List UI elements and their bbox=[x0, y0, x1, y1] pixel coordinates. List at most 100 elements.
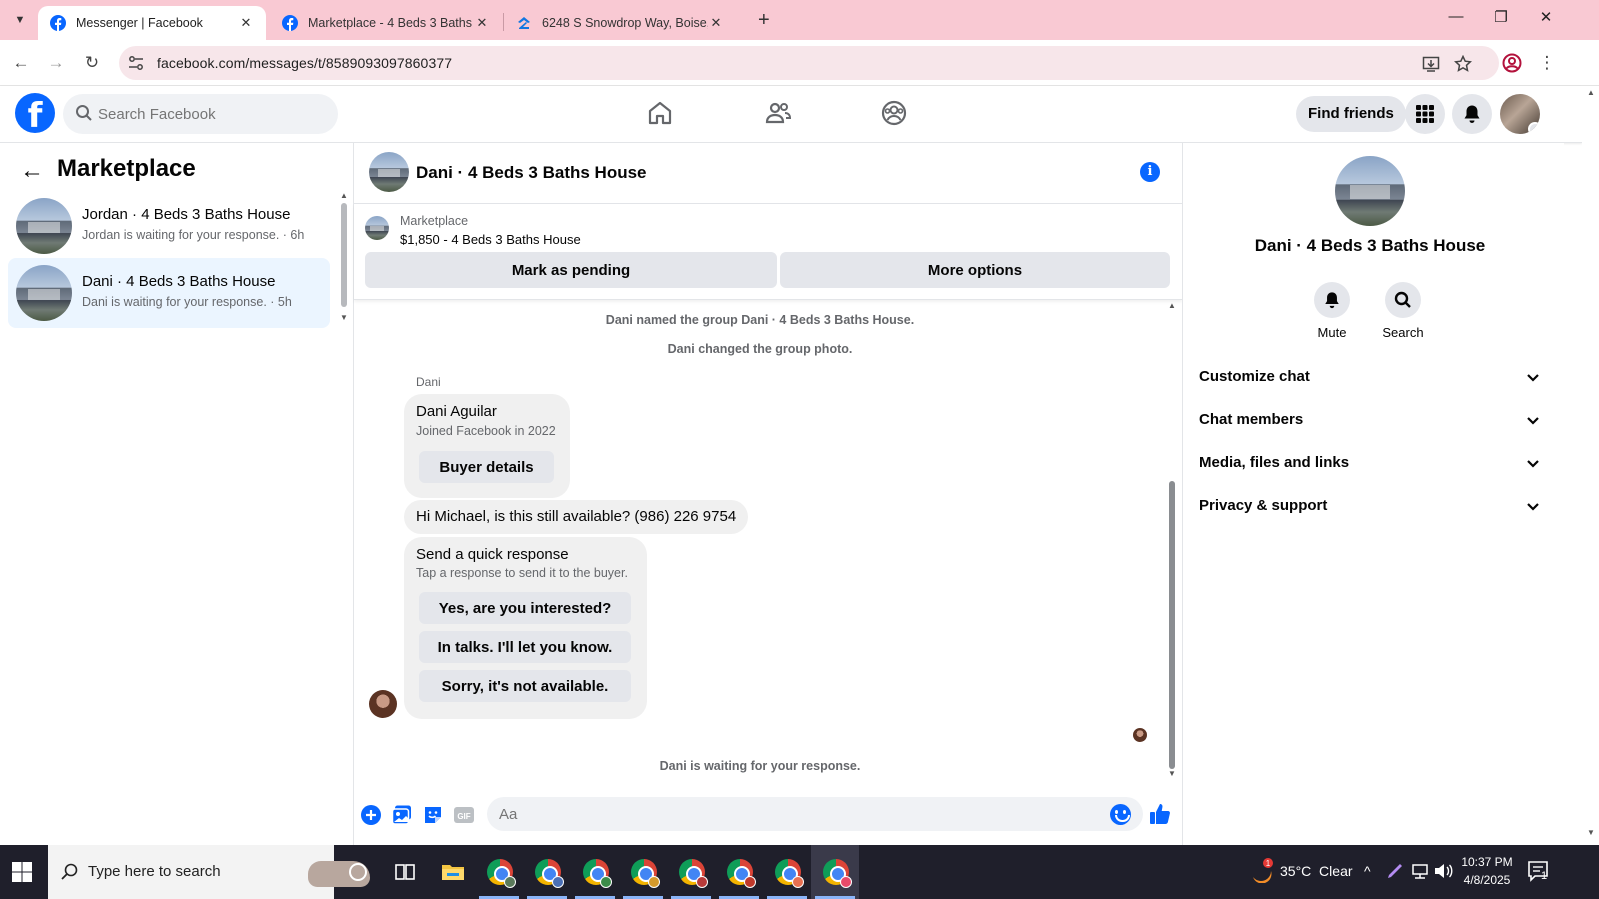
profile-icon[interactable] bbox=[1502, 53, 1522, 73]
media-files-links-section[interactable]: Media, files and links bbox=[1191, 443, 1547, 483]
quick-response-not-available[interactable]: Sorry, it's not available. bbox=[419, 670, 631, 702]
quick-response-in-talks[interactable]: In talks. I'll let you know. bbox=[419, 631, 631, 663]
chrome-icon[interactable] bbox=[487, 859, 516, 888]
facebook-search[interactable] bbox=[63, 94, 338, 134]
mark-as-pending-button[interactable]: Mark as pending bbox=[365, 252, 777, 288]
chevron-down-icon bbox=[1527, 374, 1539, 382]
customize-chat-section[interactable]: Customize chat bbox=[1191, 357, 1547, 397]
tab-close-icon[interactable]: ✕ bbox=[238, 15, 254, 31]
minimize-button[interactable]: — bbox=[1444, 8, 1468, 25]
browser-menu-icon[interactable]: ⋮ bbox=[1535, 51, 1559, 75]
tab-close-icon[interactable]: ✕ bbox=[474, 15, 490, 31]
emoji-icon[interactable] bbox=[1110, 804, 1131, 825]
weather-icon[interactable]: 1 bbox=[1249, 857, 1275, 883]
page-scrollbar[interactable]: ▲ ▼ bbox=[1582, 86, 1599, 845]
clock-date: 4/8/2025 bbox=[1463, 873, 1511, 887]
message-input[interactable] bbox=[487, 797, 1143, 831]
listing-thumbnail[interactable] bbox=[365, 216, 389, 240]
buyer-details-button[interactable]: Buyer details bbox=[419, 451, 554, 483]
chevron-up-icon[interactable]: ^ bbox=[1364, 863, 1371, 879]
groups-icon[interactable] bbox=[880, 99, 908, 127]
sender-avatar[interactable] bbox=[369, 690, 397, 718]
site-info-icon[interactable] bbox=[127, 54, 145, 72]
chat-title[interactable]: Dani · 4 Beds 3 Baths House bbox=[416, 163, 647, 183]
scroll-down-icon[interactable]: ▼ bbox=[340, 313, 348, 322]
weather-text[interactable]: 35°C Clear bbox=[1280, 863, 1353, 879]
find-friends-button[interactable]: Find friends bbox=[1296, 96, 1406, 132]
search-action[interactable]: Search bbox=[1373, 282, 1433, 340]
back-arrow-icon[interactable]: ← bbox=[20, 157, 44, 185]
group-photo-large[interactable] bbox=[1335, 156, 1405, 226]
tab-zillow[interactable]: 6248 S Snowdrop Way, Boise, I ✕ bbox=[504, 6, 736, 40]
cortana-icon[interactable] bbox=[345, 859, 371, 885]
friends-icon[interactable] bbox=[764, 99, 792, 127]
address-bar[interactable]: facebook.com/messages/t/8589093097860377 bbox=[119, 46, 1499, 80]
chrome-icon[interactable] bbox=[535, 859, 564, 888]
conversation-preview: Jordan is waiting for your response. · 6… bbox=[82, 228, 305, 242]
listing-photo bbox=[16, 265, 72, 321]
network-icon[interactable] bbox=[1410, 861, 1430, 881]
privacy-support-section[interactable]: Privacy & support bbox=[1191, 486, 1547, 526]
forward-button[interactable]: → bbox=[44, 51, 68, 75]
scroll-up-icon[interactable]: ▲ bbox=[1585, 88, 1597, 97]
file-explorer-icon[interactable] bbox=[440, 859, 466, 885]
task-view-icon[interactable] bbox=[392, 859, 418, 885]
bell-icon bbox=[1464, 105, 1480, 123]
chrome-icon[interactable] bbox=[775, 859, 804, 888]
search-icon bbox=[61, 863, 78, 880]
tab-title: Messenger | Facebook bbox=[76, 16, 203, 30]
gif-icon[interactable]: GIF bbox=[453, 804, 475, 826]
group-photo[interactable] bbox=[369, 152, 409, 192]
chat-header: Dani · 4 Beds 3 Baths House i bbox=[354, 143, 1182, 204]
scrollbar-thumb[interactable] bbox=[1169, 481, 1175, 769]
listing-price[interactable]: $1,850 - 4 Beds 3 Baths House bbox=[400, 232, 581, 247]
conversation-item-active[interactable]: Dani · 4 Beds 3 Baths House Dani is wait… bbox=[8, 258, 330, 328]
new-tab-button[interactable]: + bbox=[758, 9, 770, 32]
menu-grid-button[interactable] bbox=[1405, 94, 1445, 134]
notifications-button[interactable] bbox=[1452, 94, 1492, 134]
account-avatar[interactable]: ⌄ bbox=[1500, 94, 1540, 134]
facebook-logo[interactable]: f bbox=[15, 93, 55, 133]
conversation-item[interactable]: Jordan · 4 Beds 3 Baths House Jordan is … bbox=[8, 191, 330, 261]
scroll-up-icon[interactable]: ▲ bbox=[1166, 301, 1178, 310]
chrome-icon[interactable] bbox=[631, 859, 660, 888]
sticker-icon[interactable] bbox=[422, 804, 444, 826]
more-options-button[interactable]: More options bbox=[780, 252, 1170, 288]
chat-members-section[interactable]: Chat members bbox=[1191, 400, 1547, 440]
scrollbar-thumb[interactable] bbox=[341, 203, 347, 307]
photo-icon[interactable] bbox=[391, 804, 413, 826]
tab-close-icon[interactable]: ✕ bbox=[708, 15, 724, 31]
scroll-down-icon[interactable]: ▼ bbox=[1166, 769, 1178, 778]
taskbar-search[interactable]: Type here to search bbox=[48, 845, 370, 899]
chrome-icon[interactable] bbox=[727, 859, 756, 888]
group-name: Dani · 4 Beds 3 Baths House bbox=[1254, 236, 1486, 255]
info-icon[interactable]: i bbox=[1140, 162, 1160, 182]
tab-marketplace[interactable]: Marketplace - 4 Beds 3 Baths H ✕ bbox=[270, 6, 502, 40]
home-icon[interactable] bbox=[646, 99, 674, 127]
mute-label: Mute bbox=[1317, 325, 1347, 340]
scroll-down-icon[interactable]: ▼ bbox=[1585, 828, 1597, 837]
chrome-icon[interactable] bbox=[679, 859, 708, 888]
pen-icon[interactable] bbox=[1385, 861, 1405, 881]
quick-response-yes[interactable]: Yes, are you interested? bbox=[419, 592, 631, 624]
plus-circle-icon[interactable] bbox=[360, 804, 382, 826]
thumbs-up-icon[interactable] bbox=[1148, 802, 1172, 826]
chrome-icon[interactable] bbox=[583, 859, 612, 888]
restore-button[interactable]: ❐ bbox=[1489, 8, 1513, 26]
mute-action[interactable]: Mute bbox=[1302, 282, 1362, 340]
scroll-up-icon[interactable]: ▲ bbox=[340, 191, 348, 200]
install-app-icon[interactable] bbox=[1422, 55, 1440, 73]
chrome-icon[interactable] bbox=[823, 859, 852, 888]
reload-button[interactable]: ↻ bbox=[80, 51, 104, 75]
chat-scrollbar[interactable]: ▲ ▼ bbox=[1166, 301, 1178, 781]
system-clock[interactable]: 10:37 PM 4/8/2025 bbox=[1449, 853, 1525, 889]
windows-start-icon[interactable] bbox=[11, 861, 33, 883]
bookmark-star-icon[interactable] bbox=[1454, 55, 1472, 73]
back-button[interactable]: ← bbox=[9, 51, 33, 75]
search-input[interactable] bbox=[98, 94, 328, 134]
buyer-joined: Joined Facebook in 2022 bbox=[416, 424, 556, 438]
tab-messenger[interactable]: Messenger | Facebook ✕ bbox=[38, 6, 266, 40]
close-window-button[interactable]: ✕ bbox=[1534, 8, 1558, 26]
conversation-scrollbar[interactable]: ▲ ▼ bbox=[340, 191, 348, 322]
tab-search-icon[interactable]: ▼ bbox=[8, 8, 32, 32]
